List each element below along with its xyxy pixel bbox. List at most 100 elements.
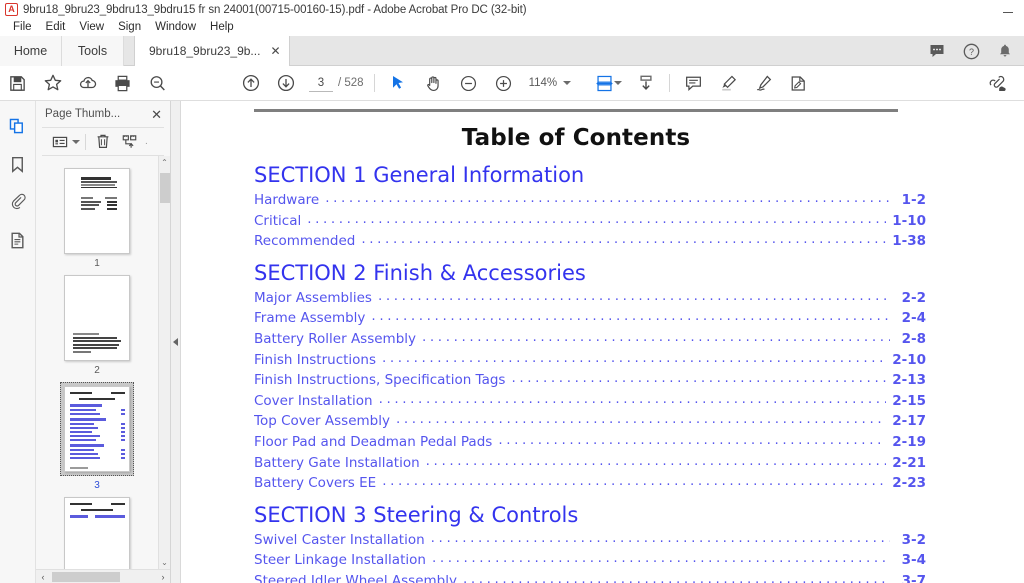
toc-entry[interactable]: Major Assemblies .......................… xyxy=(254,288,926,309)
hand-tool-button[interactable] xyxy=(416,66,451,101)
sidebar-item-attachments[interactable] xyxy=(3,187,33,217)
scroll-right-icon[interactable]: › xyxy=(156,570,170,583)
minimize-button[interactable] xyxy=(991,0,1024,19)
toc-entry[interactable]: Finish Instructions ....................… xyxy=(254,350,926,371)
page-thumbnail[interactable] xyxy=(64,275,130,361)
toc-section-heading[interactable]: SECTION 3 Steering & Controls xyxy=(254,503,926,527)
toc-entry[interactable]: Hardware ...............................… xyxy=(254,190,926,211)
share-file-button[interactable] xyxy=(979,66,1014,101)
print-file-button[interactable] xyxy=(105,66,140,101)
toc-entry[interactable]: Battery Gate Installation ..............… xyxy=(254,453,926,474)
toc-entry[interactable]: Recommended ............................… xyxy=(254,231,926,252)
find-text-button[interactable] xyxy=(140,66,175,101)
thumbnail-options-button[interactable] xyxy=(48,130,72,154)
horizontal-scroll-track[interactable] xyxy=(50,570,156,583)
toc-leader-dots: ........................................… xyxy=(382,473,886,490)
toc-leader-dots: ........................................… xyxy=(378,390,887,407)
toc-entry[interactable]: Critical ...............................… xyxy=(254,211,926,232)
toc-entry-page: 2-19 xyxy=(892,433,926,450)
add-comment-button[interactable] xyxy=(676,66,711,101)
toc-entry-page: 2-21 xyxy=(892,454,926,471)
save-file-button[interactable] xyxy=(0,66,35,101)
list-item[interactable]: 2 xyxy=(64,275,130,376)
tab-tools[interactable]: Tools xyxy=(62,36,124,66)
fit-options-caret[interactable] xyxy=(614,81,623,85)
list-item[interactable]: 4 xyxy=(64,497,130,569)
chevron-down-icon[interactable] xyxy=(72,139,80,144)
tab-strip-actions: ? xyxy=(922,36,1020,66)
toc-entry-label: Cover Installation xyxy=(254,392,373,409)
toc-entry-page: 2-10 xyxy=(892,351,926,368)
page-thumbnail[interactable] xyxy=(64,168,130,254)
notification-bell-icon[interactable] xyxy=(990,36,1020,66)
toc-entry[interactable]: Top Cover Assembly .....................… xyxy=(254,411,926,432)
comment-bubble-icon[interactable] xyxy=(922,36,952,66)
tab-document[interactable]: 9bru18_9bru23_9b... ✕ xyxy=(134,36,290,66)
next-page-button[interactable] xyxy=(268,66,303,101)
close-icon[interactable]: ✕ xyxy=(270,45,280,57)
menu-window[interactable]: Window xyxy=(148,19,203,36)
list-item[interactable]: 1 xyxy=(64,168,130,269)
vertical-scroll-track[interactable] xyxy=(159,169,171,556)
add-to-favorites-button[interactable] xyxy=(35,66,70,101)
toolbar-divider xyxy=(373,74,375,92)
toc-entry[interactable]: Steered Idler Wheel Assembly ...........… xyxy=(254,571,926,583)
toc-section-heading[interactable]: SECTION 1 General Information xyxy=(254,163,926,187)
toc-entry[interactable]: Frame Assembly .........................… xyxy=(254,308,926,329)
previous-page-button[interactable] xyxy=(233,66,268,101)
tab-home[interactable]: Home xyxy=(0,36,62,66)
page-thumbnail[interactable] xyxy=(64,497,130,569)
toc-entry[interactable]: Swivel Caster Installation .............… xyxy=(254,530,926,551)
vertical-scroll-thumb[interactable] xyxy=(159,173,170,203)
scrolling-mode-button[interactable] xyxy=(628,66,663,101)
sidebar-item-bookmarks[interactable] xyxy=(3,149,33,179)
sidebar-item-page-thumbnails[interactable] xyxy=(3,111,33,141)
toc-leader-dots: ........................................… xyxy=(307,210,887,227)
delete-pages-button[interactable] xyxy=(91,130,115,154)
close-icon[interactable]: ✕ xyxy=(151,108,162,121)
list-item[interactable]: 3 xyxy=(60,382,134,491)
toc-leader-dots: ........................................… xyxy=(425,452,887,469)
toc-entry[interactable]: Battery Roller Assembly ................… xyxy=(254,329,926,350)
zoom-level-control[interactable]: 114% xyxy=(529,77,572,89)
toc-entry-page: 2-8 xyxy=(901,330,926,347)
menu-sign[interactable]: Sign xyxy=(111,19,148,36)
thumbnails-horizontal-scrollbar[interactable]: ‹ › xyxy=(36,569,170,583)
toc-entry[interactable]: Battery Covers EE ......................… xyxy=(254,473,926,494)
scroll-up-icon[interactable]: ⌃ xyxy=(159,156,171,169)
page-number-input[interactable] xyxy=(309,74,333,92)
zoom-out-button[interactable] xyxy=(451,66,486,101)
document-view[interactable]: Table of Contents SECTION 1 General Info… xyxy=(181,101,1024,583)
page-thumbnail[interactable] xyxy=(64,386,130,472)
select-tool-button[interactable] xyxy=(381,66,416,101)
toolbar-right-group xyxy=(979,66,1024,101)
scroll-left-icon[interactable]: ‹ xyxy=(36,570,50,583)
chevron-down-icon[interactable] xyxy=(563,81,572,85)
app-body: Page Thumb... ✕ . 1 2 3 ⌃ ⌄ ‹ › Table of… xyxy=(0,101,1024,583)
upload-to-cloud-button[interactable] xyxy=(70,66,105,101)
sidebar-item-document-properties[interactable] xyxy=(3,225,33,255)
acrobat-logo-icon: A xyxy=(5,3,18,16)
menu-help[interactable]: Help xyxy=(203,19,241,36)
toc-section-heading[interactable]: SECTION 2 Finish & Accessories xyxy=(254,261,926,285)
highlight-text-button[interactable] xyxy=(711,66,746,101)
menu-edit[interactable]: Edit xyxy=(39,19,73,36)
collapse-navigation-pane-button[interactable] xyxy=(171,101,181,583)
toc-entry[interactable]: Finish Instructions, Specification Tags … xyxy=(254,370,926,391)
extract-pages-button[interactable] xyxy=(117,130,141,154)
fill-and-sign-button[interactable] xyxy=(781,66,816,101)
scroll-down-icon[interactable]: ⌄ xyxy=(159,556,171,569)
horizontal-scroll-thumb[interactable] xyxy=(52,571,120,582)
thumbnails-vertical-scrollbar[interactable]: ⌃ ⌄ xyxy=(158,156,170,569)
more-options-dots[interactable]: . xyxy=(145,136,148,147)
menu-view[interactable]: View xyxy=(72,19,111,36)
toc-entry[interactable]: Cover Installation .....................… xyxy=(254,391,926,412)
toc-entry[interactable]: Steer Linkage Installation .............… xyxy=(254,550,926,571)
toc-entry[interactable]: Floor Pad and Deadman Pedal Pads .......… xyxy=(254,432,926,453)
help-circle-icon[interactable]: ? xyxy=(956,36,986,66)
toc-entry-page: 2-13 xyxy=(892,372,926,389)
menu-file[interactable]: File xyxy=(6,19,39,36)
zoom-in-button[interactable] xyxy=(486,66,521,101)
tab-document-label: 9bru18_9bru23_9b... xyxy=(149,44,261,58)
sign-document-button[interactable] xyxy=(746,66,781,101)
